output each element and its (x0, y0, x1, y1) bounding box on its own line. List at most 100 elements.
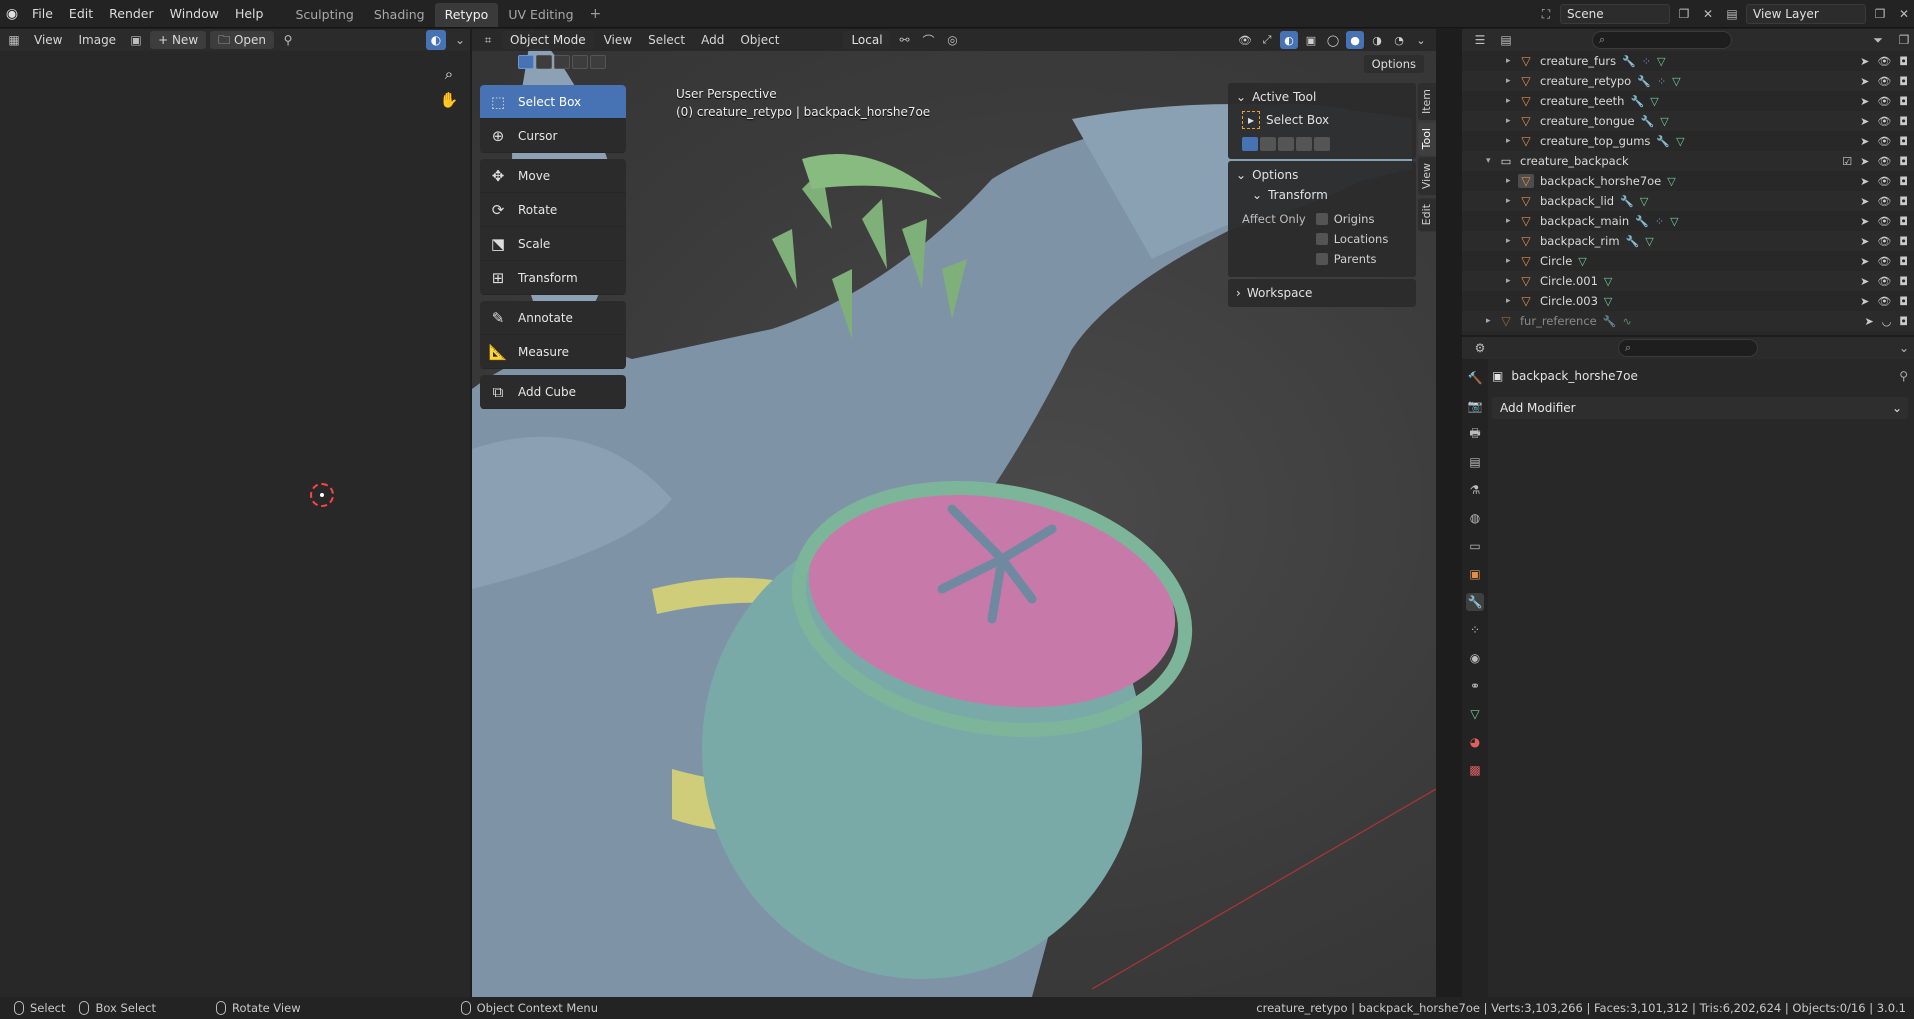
gizmo-icon[interactable]: ⤢ (1258, 31, 1276, 49)
tool-scale[interactable]: ⬔ Scale (480, 227, 626, 261)
select-arrow-icon[interactable]: ➤ (1860, 255, 1869, 268)
select-arrow-icon[interactable]: ➤ (1860, 235, 1869, 248)
mode-subtract-icon[interactable] (1278, 137, 1294, 151)
eye-icon[interactable]: 👁 (1877, 95, 1891, 108)
eye-icon[interactable]: 👁 (1877, 195, 1891, 208)
constraints-tab-icon[interactable]: ⚭ (1466, 677, 1484, 695)
particles-tab-icon[interactable]: ⁘ (1466, 621, 1484, 639)
eye-icon[interactable]: 👁 (1877, 135, 1891, 148)
viewport-menu-view[interactable]: View (598, 33, 638, 47)
tab-edit[interactable]: Edit (1418, 197, 1436, 231)
properties-options-icon[interactable]: ⌄ (1894, 338, 1914, 358)
select-arrow-icon[interactable]: ➤ (1864, 315, 1873, 328)
select-extend-icon[interactable] (536, 55, 552, 69)
viewport-menu-select[interactable]: Select (642, 33, 691, 47)
eye-icon[interactable]: 👁 (1877, 275, 1891, 288)
select-subtract-icon[interactable] (554, 55, 570, 69)
eye-icon[interactable]: 👁 (1877, 295, 1891, 308)
view-layer-tab-icon[interactable]: ▤ (1466, 453, 1484, 471)
collapse-icon[interactable]: ▾ (1486, 156, 1498, 166)
viewport-editor-type-icon[interactable]: ⌗ (478, 30, 498, 50)
camera-icon[interactable]: ◘ (1899, 195, 1908, 208)
expand-icon[interactable]: ▸ (1506, 176, 1518, 186)
scene-icon[interactable]: ⛶ (1536, 4, 1556, 24)
expand-icon[interactable]: ▸ (1506, 56, 1518, 66)
camera-icon[interactable]: ◘ (1899, 315, 1908, 328)
2d-cursor-icon[interactable] (310, 483, 334, 507)
tool-tab-icon[interactable]: 🔨 (1466, 369, 1484, 387)
viewport-menu-object[interactable]: Object (734, 33, 785, 47)
image-menu-view[interactable]: View (28, 33, 68, 47)
mode-new-icon[interactable] (1242, 137, 1258, 151)
tool-transform[interactable]: ⊞ Transform (480, 261, 626, 295)
solid-shading-icon[interactable]: ● (1346, 31, 1364, 49)
menu-window[interactable]: Window (162, 3, 227, 25)
camera-icon[interactable]: ◘ (1899, 215, 1908, 228)
select-arrow-icon[interactable]: ➤ (1860, 155, 1869, 168)
eye-icon[interactable]: 👁 (1877, 175, 1891, 188)
checkbox-box[interactable] (1315, 213, 1328, 225)
eye-icon[interactable]: 👁 (1877, 115, 1891, 128)
expand-icon[interactable]: ▸ (1506, 136, 1518, 146)
expand-icon[interactable]: ▸ (1506, 236, 1518, 246)
3d-viewport[interactable]: ⌗ Object Mode View Select Add Object Loc… (472, 29, 1436, 997)
material-shading-icon[interactable]: ◑ (1368, 31, 1386, 49)
expand-icon[interactable]: ▸ (1506, 96, 1518, 106)
expand-icon[interactable]: ▸ (1506, 296, 1518, 306)
texture-tab-icon[interactable]: ▩ (1466, 761, 1484, 779)
outliner[interactable]: ☰ ▤ ⌕ ⏷ ❐ ▸ ▽ creature_furs 🔧 ⁘ ▽ ➤ 👁 ◘ ▸ ▽ cr… (1462, 29, 1914, 335)
eye-icon[interactable]: 👁 (1877, 255, 1891, 268)
outliner-row[interactable]: ▸ ▽ fur_reference 🔧 ∿ ➤ ◡ ◘ (1462, 311, 1914, 331)
render-tab-icon[interactable]: 📷 (1466, 397, 1484, 415)
camera-icon[interactable]: ◘ (1899, 275, 1908, 288)
add-modifier-button[interactable]: Add Modifier ⌄ (1492, 397, 1908, 419)
eye-icon[interactable]: 👁 (1877, 75, 1891, 88)
camera-icon[interactable]: ◘ (1899, 255, 1908, 268)
world-tab-icon[interactable]: ◍ (1466, 509, 1484, 527)
outliner-collection-row[interactable]: ▾ ▭ creature_backpack ☑ ➤ 👁 ◘ (1462, 151, 1914, 171)
pin-icon[interactable]: ⚲ (278, 30, 298, 50)
properties-editor-type-icon[interactable]: ⚙ (1470, 338, 1490, 358)
select-intersect-icon[interactable] (590, 55, 606, 69)
select-arrow-icon[interactable]: ➤ (1860, 55, 1869, 68)
menu-render[interactable]: Render (101, 3, 162, 25)
visibility-icon[interactable]: 👁 (1236, 31, 1254, 49)
new-image-button[interactable]: + New (150, 31, 207, 49)
camera-icon[interactable]: ◘ (1899, 95, 1908, 108)
delete-view-layer-icon[interactable]: ✕ (1894, 4, 1914, 24)
checkbox-box[interactable] (1315, 233, 1328, 245)
select-new-icon[interactable] (518, 55, 534, 69)
outliner-row[interactable]: ▸ ▽ Circle.001 ▽ ➤ 👁 ◘ (1462, 271, 1914, 291)
new-view-layer-icon[interactable]: ❐ (1870, 4, 1890, 24)
tool-cursor[interactable]: ⊕ Cursor (480, 119, 626, 153)
select-arrow-icon[interactable]: ➤ (1860, 115, 1869, 128)
workspace-header[interactable]: › Workspace (1236, 283, 1408, 303)
tab-sculpting[interactable]: Sculpting (285, 3, 363, 27)
transform-subpanel-header[interactable]: ⌄ Transform (1236, 185, 1408, 205)
outliner-row[interactable]: ▸ ▽ backpack_horshe7oe ▽ ➤ 👁 ◘ (1462, 171, 1914, 191)
xray-icon[interactable]: ▣ (1302, 31, 1320, 49)
options-header[interactable]: ⌄ Options (1236, 165, 1408, 185)
properties-editor[interactable]: ⚙ ⌕ ⌄ 🔨 📷 🖶 ▤ ⚗ ◍ ▭ ▣ 🔧 ⁘ ◉ ⚭ ▽ ◕ ▩ ▣ ba… (1462, 337, 1914, 997)
zoom-icon[interactable]: ⌕ (445, 65, 453, 83)
collection-tab-icon[interactable]: ▭ (1466, 537, 1484, 555)
mode-invert-icon[interactable] (1296, 137, 1312, 151)
select-arrow-icon[interactable]: ➤ (1860, 215, 1869, 228)
tool-measure[interactable]: 📐 Measure (480, 335, 626, 369)
outliner-row[interactable]: ▸ ▽ Circle.003 ▽ ➤ 👁 ◘ (1462, 291, 1914, 311)
pan-hand-icon[interactable]: ✋ (440, 91, 459, 109)
overlay-icon[interactable]: ◐ (426, 30, 446, 50)
menu-help[interactable]: Help (227, 3, 272, 25)
material-tab-icon[interactable]: ◕ (1466, 733, 1484, 751)
select-arrow-icon[interactable]: ➤ (1860, 135, 1869, 148)
select-invert-icon[interactable] (572, 55, 588, 69)
outliner-row[interactable]: ▸ ▽ backpack_rim 🔧 ▽ ➤ 👁 ◘ (1462, 231, 1914, 251)
data-tab-icon[interactable]: ▽ (1466, 705, 1484, 723)
eye-icon[interactable]: 👁 (1877, 235, 1891, 248)
scene-field[interactable]: Scene (1560, 4, 1670, 24)
select-arrow-icon[interactable]: ➤ (1860, 275, 1869, 288)
menu-edit[interactable]: Edit (61, 3, 101, 25)
expand-icon[interactable]: ▸ (1486, 316, 1498, 326)
expand-icon[interactable]: ▸ (1506, 196, 1518, 206)
mode-dropdown[interactable]: Object Mode (502, 31, 594, 49)
